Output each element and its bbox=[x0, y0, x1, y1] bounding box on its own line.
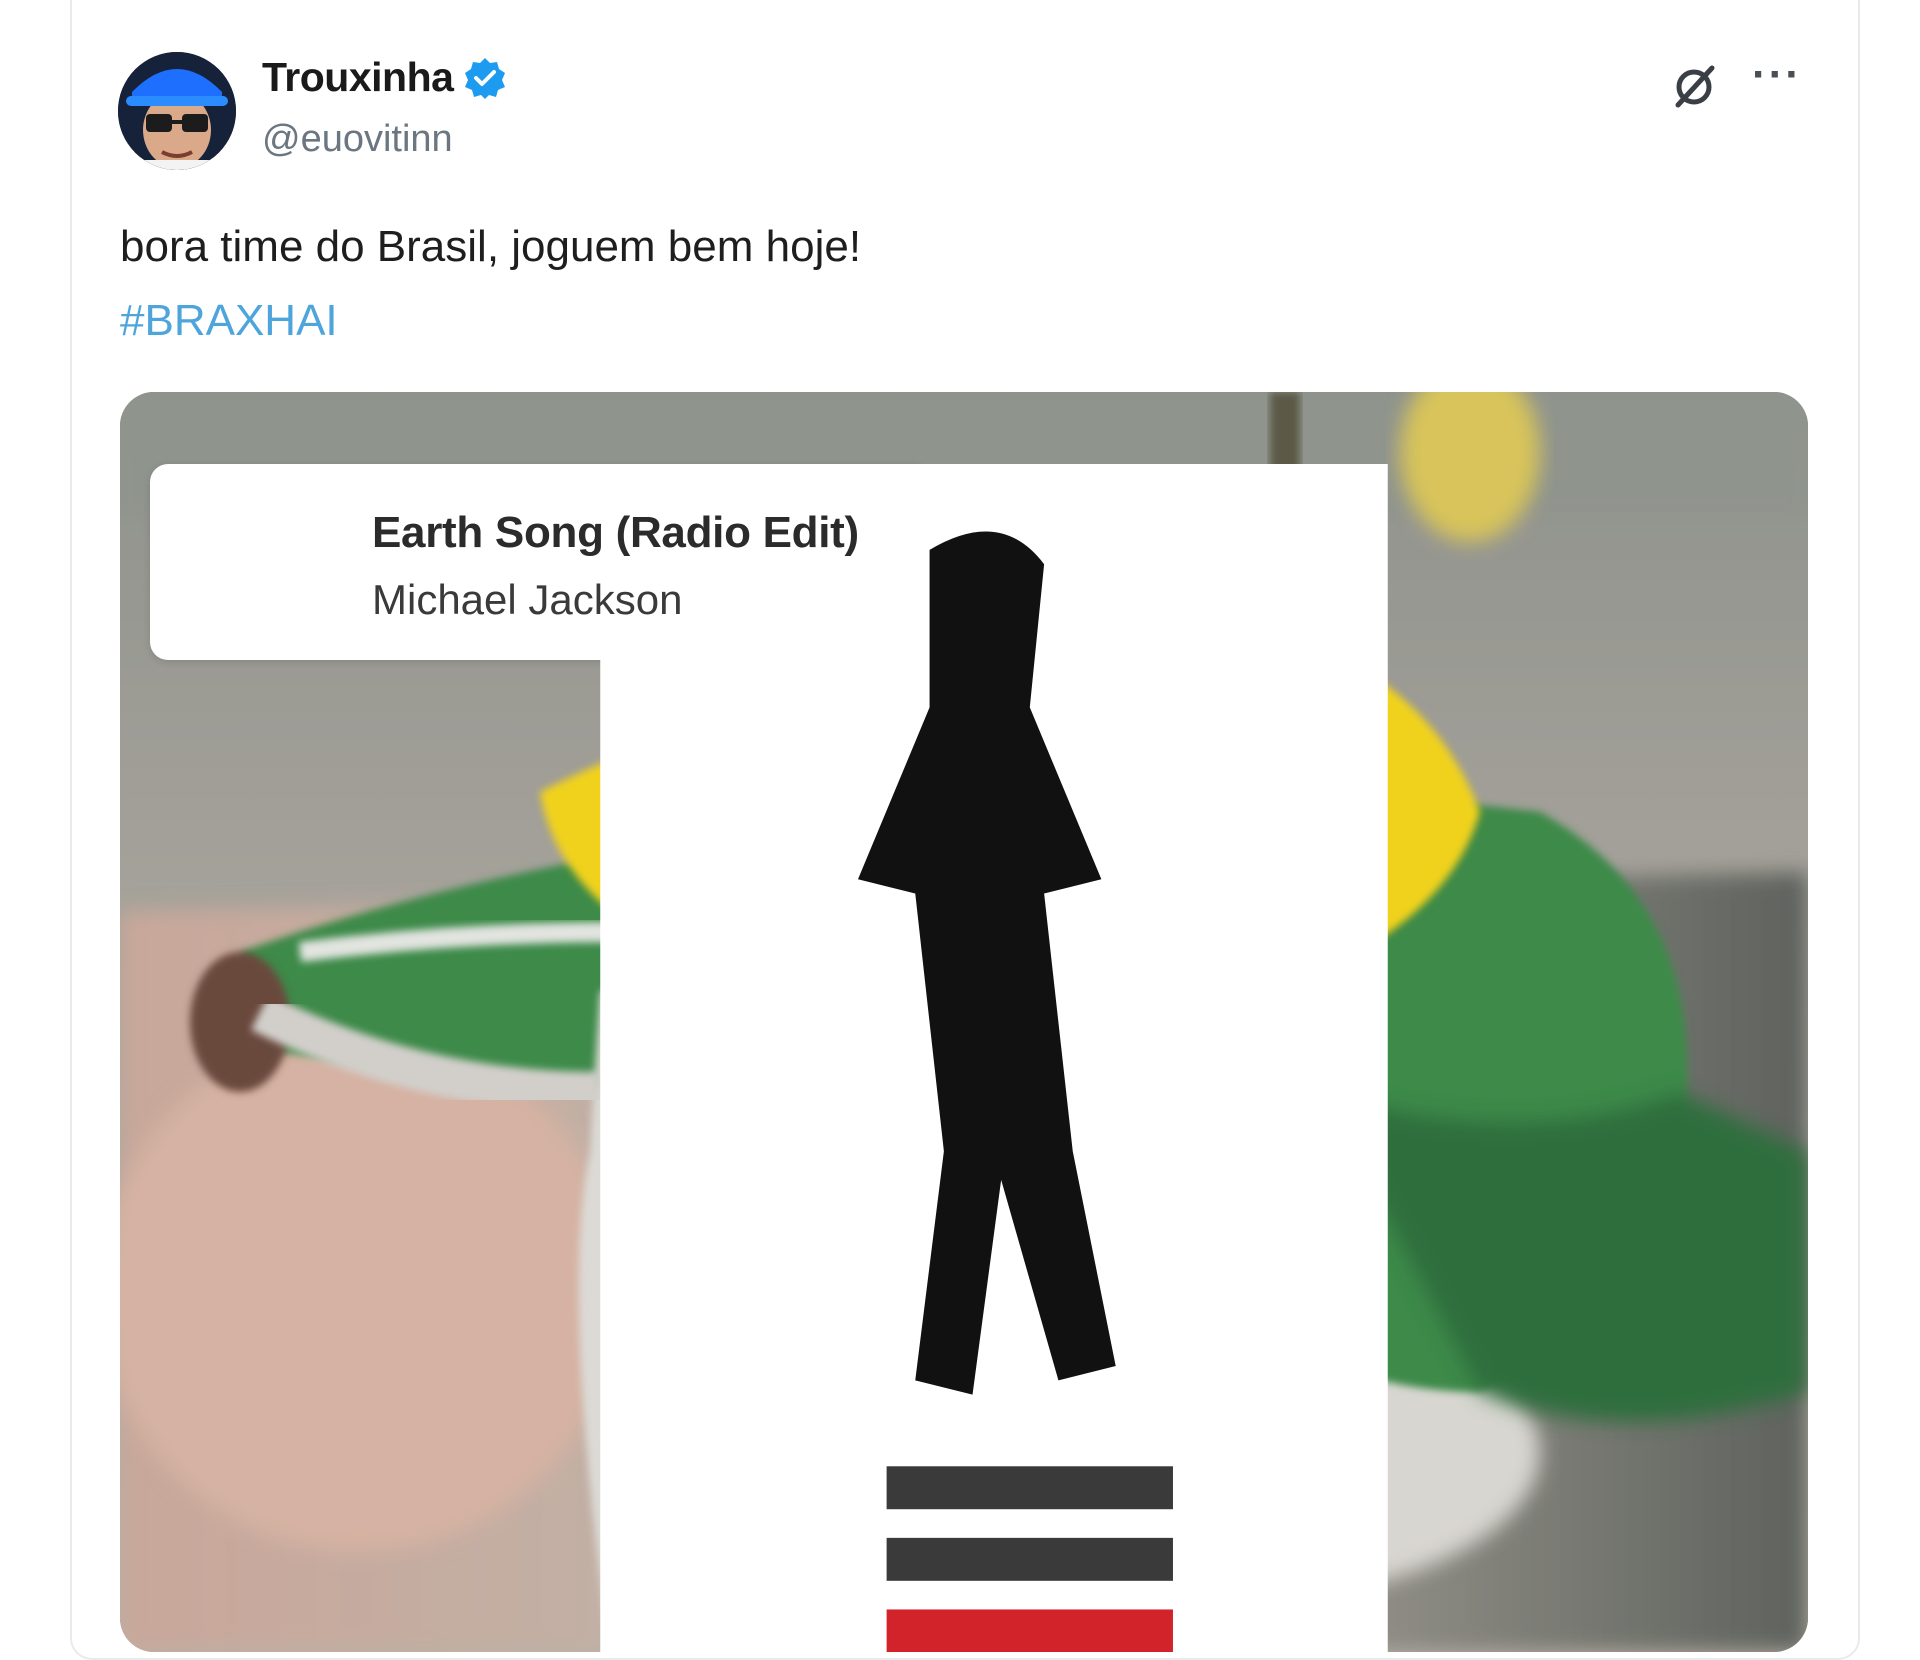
more-icon[interactable]: ··· bbox=[1752, 53, 1802, 102]
song-artist: Michael Jackson bbox=[372, 576, 683, 623]
album-art bbox=[600, 464, 1388, 1652]
avatar[interactable] bbox=[118, 52, 236, 170]
tweet-video[interactable]: Earth Song (Radio Edit) Michael Jackson bbox=[120, 392, 1808, 1652]
author-handle[interactable]: @euovitinn bbox=[262, 118, 453, 161]
author-display-name[interactable]: Trouxinha bbox=[262, 54, 454, 101]
author-name-row[interactable]: Trouxinha bbox=[262, 54, 507, 101]
grok-icon[interactable] bbox=[1668, 60, 1720, 112]
tweet-text: bora time do Brasil, joguem bem hoje! bbox=[120, 222, 862, 271]
verified-badge-icon bbox=[465, 57, 506, 99]
avatar-image bbox=[118, 52, 236, 170]
hashtag-link[interactable]: #BRAXHAI bbox=[120, 296, 338, 346]
music-card[interactable]: Earth Song (Radio Edit) Michael Jackson bbox=[150, 464, 1388, 1652]
song-title: Earth Song (Radio Edit) bbox=[372, 508, 859, 557]
